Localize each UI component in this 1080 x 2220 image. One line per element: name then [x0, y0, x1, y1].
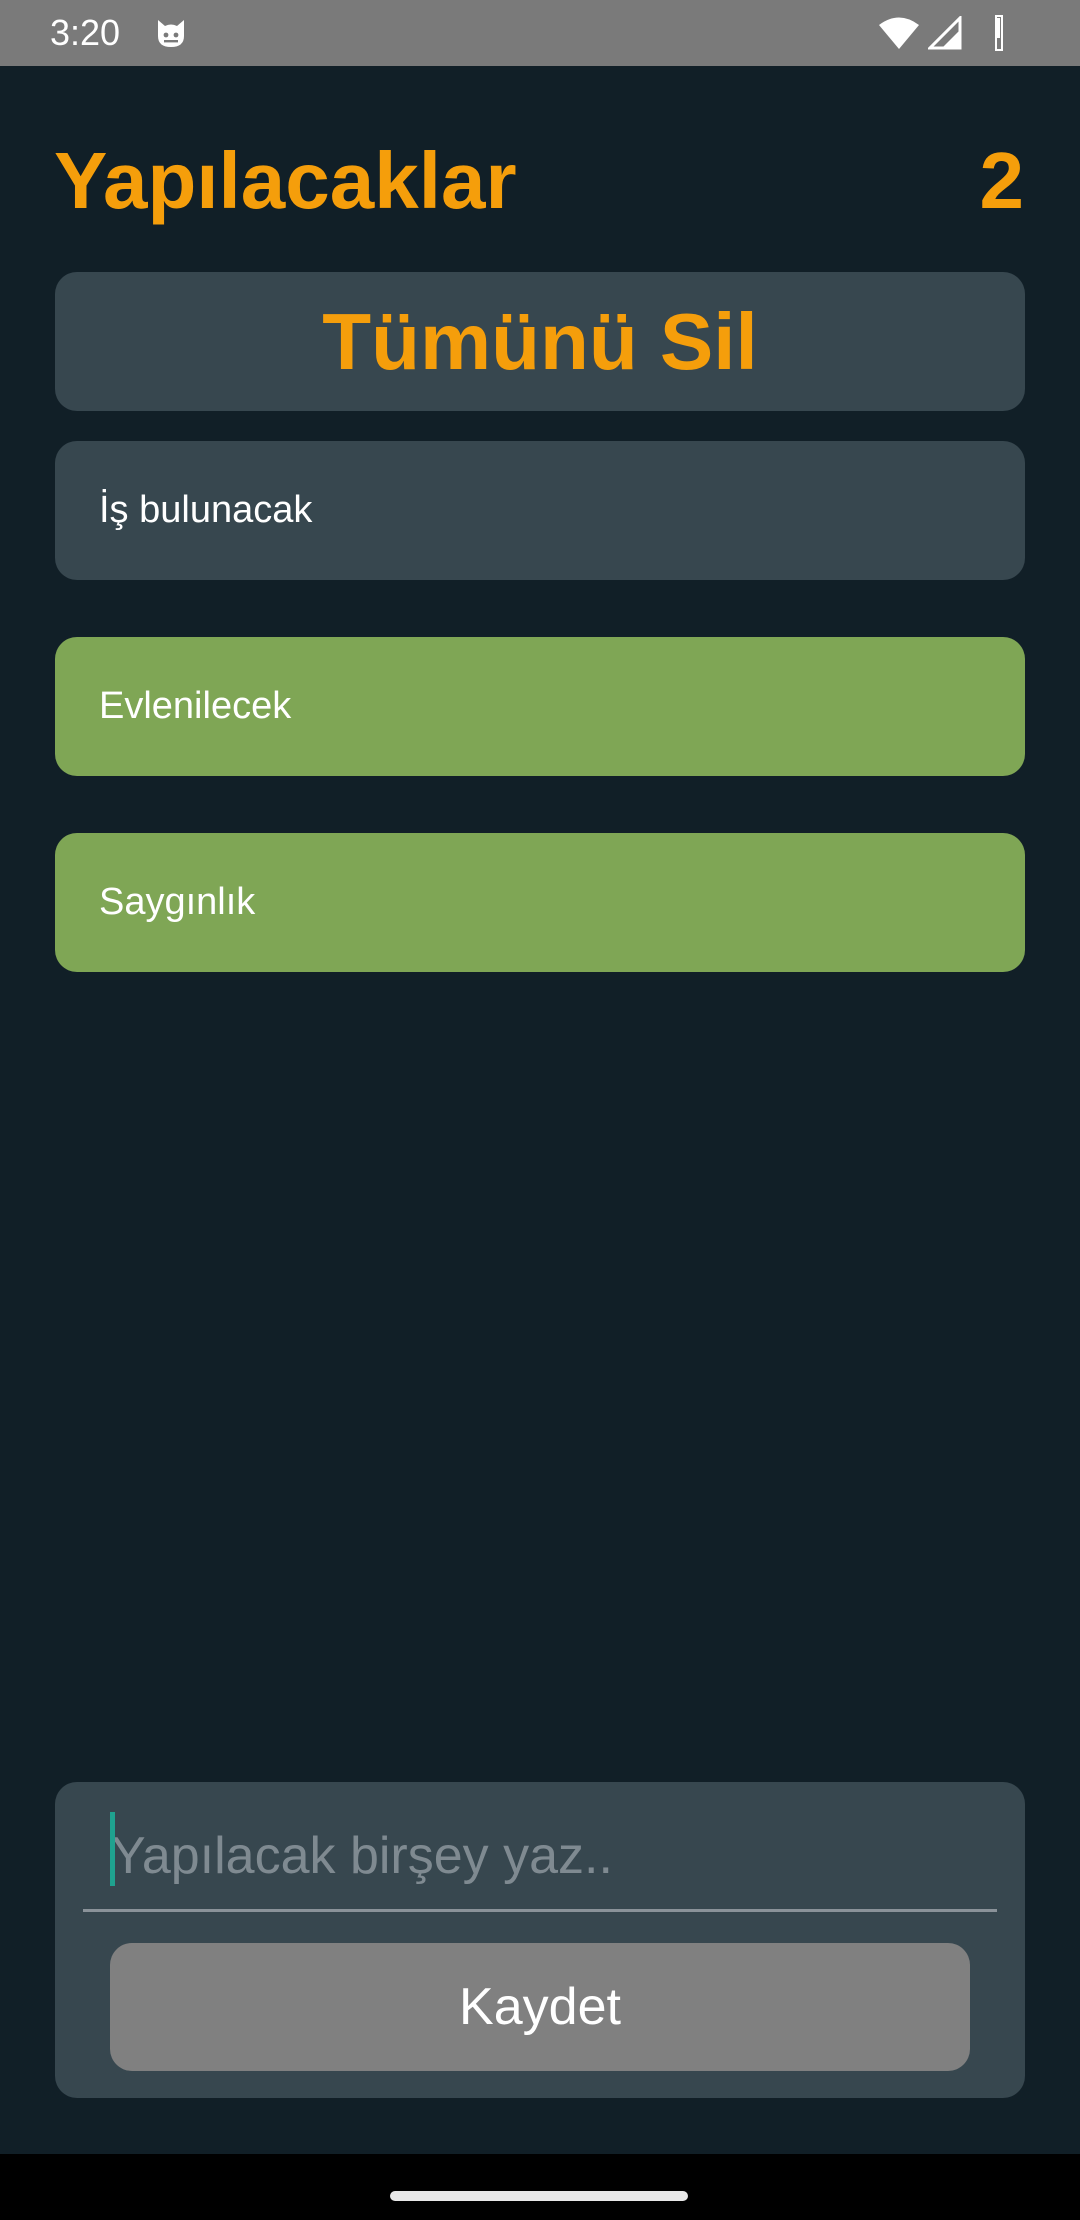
- task-input[interactable]: [83, 1802, 997, 1912]
- task-count: 2: [979, 136, 1025, 225]
- todo-item-is-bulunacak[interactable]: İş bulunacak: [55, 441, 1025, 580]
- todo-label: Evlenilecek: [99, 685, 292, 727]
- cat-icon: [158, 20, 184, 47]
- todo-label: Saygınlık: [99, 881, 256, 923]
- input-panel: Kaydet: [55, 1782, 1025, 2098]
- navigation-bar: [0, 2154, 1080, 2220]
- todo-item-evlenilecek[interactable]: Evlenilecek: [55, 637, 1025, 776]
- wifi-icon: [879, 17, 919, 49]
- todo-label: İş bulunacak: [99, 489, 313, 531]
- text-cursor: [110, 1812, 115, 1886]
- delete-all-label: Tümünü Sil: [322, 296, 758, 386]
- home-gesture-handle[interactable]: [390, 2191, 688, 2201]
- delete-all-button[interactable]: Tümünü Sil: [55, 272, 1025, 411]
- todo-item-sayginlik[interactable]: Saygınlık: [55, 833, 1025, 972]
- battery-icon: [995, 15, 1003, 51]
- save-button[interactable]: Kaydet: [110, 1943, 970, 2071]
- status-time: 3:20: [50, 12, 121, 53]
- page-title: Yapılacaklar: [54, 136, 517, 225]
- status-bar: 3:20: [0, 0, 1080, 66]
- signal-icon: [928, 16, 962, 50]
